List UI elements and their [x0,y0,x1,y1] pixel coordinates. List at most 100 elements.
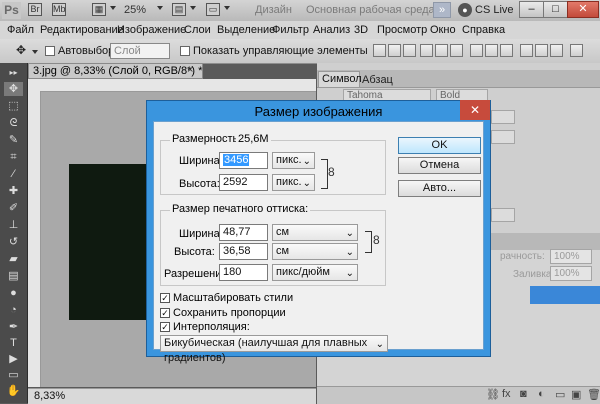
cs-live-label[interactable]: CS Live [475,4,514,16]
resample-method-select[interactable]: Бикубическая (наилучшая для плавных град… [160,335,388,364]
brush-tool-icon[interactable]: ✐ [4,201,23,215]
marquee-tool-icon[interactable]: ⬚ [4,99,23,113]
doc-width-unit-select[interactable]: см ⌄ [272,224,358,241]
layer-style-icon[interactable]: fx [502,388,511,400]
healing-brush-tool-icon[interactable]: ✚ [4,184,23,198]
view-extras-icon[interactable]: ▦ [92,3,106,16]
adjustment-layer-icon[interactable]: ◐ [538,388,545,400]
screen-mode-icon[interactable]: ▭ [206,3,220,16]
show-transform-controls-checkbox[interactable] [180,46,190,56]
workspace-essentials[interactable]: Основная рабочая среда [306,4,435,16]
chevron-down-icon[interactable] [32,50,38,54]
pen-tool-icon[interactable]: ✒ [4,320,23,334]
menu-edit[interactable]: Редактирование [40,24,124,36]
minimize-button[interactable]: – [519,1,544,18]
menu-file[interactable]: Файл [7,24,34,36]
menu-filter[interactable]: Фильтр [272,24,309,36]
more-workspaces-button[interactable]: » [433,2,451,18]
arrange-documents-icon[interactable]: ▤ [172,3,186,16]
history-brush-tool-icon[interactable]: ↺ [4,235,23,249]
distribute-vcenter-icon[interactable] [485,44,498,57]
doc-width-field[interactable]: 48,77 [219,224,268,241]
tab-paragraph[interactable]: Абзац [362,74,393,86]
align-bottom-icon[interactable] [403,44,416,57]
clone-stamp-tool-icon[interactable]: ⊥ [4,218,23,232]
new-group-icon[interactable]: ▭ [555,388,565,401]
tracking-field[interactable] [491,130,515,144]
path-select-tool-icon[interactable]: ▶ [4,352,23,366]
pixel-width-field[interactable]: 3456 [219,152,268,169]
workspace-design[interactable]: Дизайн [255,4,292,16]
cs-live-icon[interactable]: ● [458,3,472,17]
menu-view[interactable]: Просмотр [377,24,427,36]
pixel-height-unit-select[interactable]: пикс. ⌄ [272,174,315,191]
doc-height-unit-select[interactable]: см ⌄ [272,243,358,260]
status-zoom[interactable]: 8,33% [34,390,65,402]
distribute-bottom-icon[interactable] [500,44,513,57]
auto-align-layers-icon[interactable] [570,44,583,57]
quick-select-tool-icon[interactable]: ✎ [4,133,23,147]
dialog-close-button[interactable]: ✕ [460,100,490,120]
menu-select[interactable]: Выделение [217,24,275,36]
pixel-width-unit-select[interactable]: пикс. ⌄ [272,152,315,169]
align-hcenter-icon[interactable] [435,44,448,57]
chevron-down-icon[interactable] [224,6,230,10]
delete-layer-icon[interactable]: 🗑 [587,388,600,401]
menu-layers[interactable]: Слои [184,24,211,36]
language-select[interactable] [491,208,515,222]
align-vcenter-icon[interactable] [388,44,401,57]
chevron-down-icon[interactable] [157,6,163,10]
chevron-down-icon[interactable] [190,6,196,10]
align-left-icon[interactable] [420,44,433,57]
move-tool-icon[interactable]: ✥ [16,43,26,57]
menu-image[interactable]: Изображение [117,24,186,36]
constrain-proportions-checkbox[interactable]: ✓ [160,308,170,318]
pixel-height-field[interactable]: 2592 [219,174,268,191]
minibridge-icon[interactable]: Mb [52,3,66,16]
bridge-icon[interactable]: Br [28,3,42,16]
hand-tool-icon[interactable]: ✋ [4,384,23,398]
distribute-hcenter-icon[interactable] [535,44,548,57]
move-tool-icon[interactable]: ✥ [4,82,23,96]
resolution-unit-select[interactable]: пикс/дюйм ⌄ [272,264,358,281]
close-window-button[interactable]: ✕ [567,1,599,18]
menu-3d[interactable]: 3D [354,24,368,36]
gradient-tool-icon[interactable]: ▤ [4,269,23,283]
menu-analysis[interactable]: Анализ [313,24,350,36]
align-right-icon[interactable] [450,44,463,57]
tab-character[interactable]: Символ [318,71,362,87]
shape-tool-icon[interactable]: ▭ [4,368,23,382]
fill-field[interactable]: 100% [550,266,592,281]
distribute-right-icon[interactable] [550,44,563,57]
dodge-tool-icon[interactable]: ◔ [4,303,23,317]
collapse-tools-icon[interactable]: ▸▸ [4,66,23,80]
leading-field[interactable] [491,110,515,124]
blur-tool-icon[interactable]: ● [4,286,23,300]
new-layer-icon[interactable]: ▣ [571,388,581,401]
doc-height-field[interactable]: 36,58 [219,243,268,260]
cancel-button[interactable]: Отмена [398,157,481,174]
link-layers-icon[interactable]: ⛓ [486,388,500,401]
ok-button[interactable]: OK [398,137,481,154]
align-top-icon[interactable] [373,44,386,57]
distribute-left-icon[interactable] [520,44,533,57]
close-document-icon[interactable]: × [187,64,193,76]
distribute-top-icon[interactable] [470,44,483,57]
add-mask-icon[interactable]: ◙ [520,388,527,400]
zoom-level[interactable]: 25% [124,4,146,16]
menu-window[interactable]: Окно [430,24,456,36]
type-tool-icon[interactable]: T [4,336,23,350]
resolution-field[interactable]: 180 [219,264,268,281]
eyedropper-tool-icon[interactable]: ⁄ [4,167,23,181]
scale-styles-checkbox[interactable]: ✓ [160,293,170,303]
selected-layer-row[interactable] [530,286,600,304]
maximize-button[interactable]: □ [543,1,568,18]
autoselect-checkbox[interactable] [45,46,55,56]
resample-checkbox[interactable]: ✓ [160,322,170,332]
autoselect-target-select[interactable]: Слой [110,43,170,59]
lasso-tool-icon[interactable]: ᘓ [4,116,23,130]
chevron-down-icon[interactable] [110,6,116,10]
eraser-tool-icon[interactable]: ▰ [4,252,23,266]
menu-help[interactable]: Справка [462,24,505,36]
auto-button[interactable]: Авто... [398,180,481,197]
